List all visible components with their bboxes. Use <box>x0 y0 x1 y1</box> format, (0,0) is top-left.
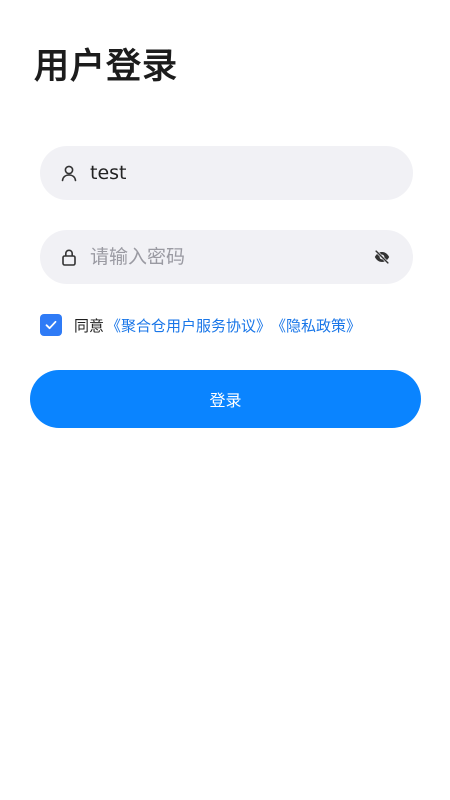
checkmark-icon <box>45 320 57 330</box>
password-field[interactable] <box>40 230 413 284</box>
agreement-checkbox[interactable] <box>40 314 62 336</box>
lock-icon <box>60 248 78 266</box>
page-title: 用户登录 <box>34 47 179 87</box>
username-field[interactable] <box>40 146 413 200</box>
login-page: 用户登录 test 同意 《聚合仓用户服务协议》 《隐私政策》 登录 <box>0 0 450 800</box>
login-button[interactable]: 登录 <box>30 370 421 428</box>
agreement-row: 同意 《聚合仓用户服务协议》 《隐私政策》 <box>40 314 361 336</box>
username-input[interactable] <box>90 162 393 184</box>
privacy-policy-link[interactable]: 《隐私政策》 <box>271 315 361 336</box>
agree-label: 同意 <box>74 316 105 335</box>
eye-off-icon[interactable] <box>371 246 393 268</box>
password-input[interactable] <box>90 246 371 268</box>
service-agreement-link[interactable]: 《聚合仓用户服务协议》 <box>106 315 271 336</box>
user-icon <box>60 164 78 182</box>
